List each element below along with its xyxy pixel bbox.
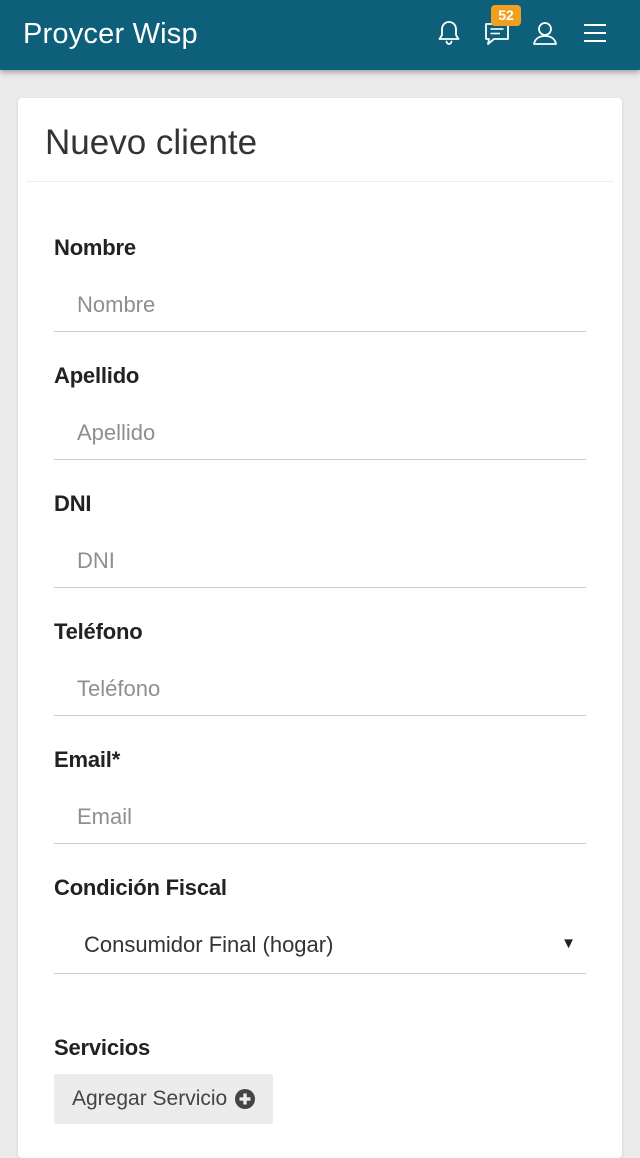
hamburger-menu-icon[interactable] xyxy=(580,17,610,49)
nombre-label: Nombre xyxy=(54,235,136,260)
plus-circle-icon xyxy=(235,1089,256,1109)
dni-input[interactable] xyxy=(54,534,586,588)
apellido-label: Apellido xyxy=(54,363,140,388)
bell-icon[interactable] xyxy=(434,17,464,49)
page-title: Nuevo cliente xyxy=(45,123,258,162)
app-title[interactable]: Proycer Wisp xyxy=(23,14,198,54)
telefono-label: Teléfono xyxy=(54,619,143,644)
dni-label: DNI xyxy=(54,491,92,516)
servicios-label: Servicios xyxy=(54,1035,151,1060)
condicion-fiscal-label: Condición Fiscal xyxy=(54,875,227,900)
email-input[interactable] xyxy=(54,790,586,844)
top-navbar: Proycer Wisp 52 xyxy=(0,0,640,70)
dropdown-arrow-icon: ▼ xyxy=(561,935,576,952)
messages-count-badge: 52 xyxy=(491,5,521,26)
condicion-fiscal-selected-value: Consumidor Final (hogar) xyxy=(84,932,334,957)
email-label: Email* xyxy=(54,747,121,772)
add-service-button[interactable]: Agregar Servicio xyxy=(54,1074,274,1124)
add-service-button-label: Agregar Servicio xyxy=(72,1087,228,1110)
condicion-fiscal-select[interactable]: Consumidor Final (hogar) ▼ xyxy=(54,918,586,974)
nombre-input[interactable] xyxy=(54,278,586,332)
apellido-input[interactable] xyxy=(54,406,586,460)
title-divider xyxy=(26,181,614,182)
telefono-input[interactable] xyxy=(54,662,586,716)
new-client-card: Nuevo cliente Nombre Apellido DNI Teléfo… xyxy=(18,98,622,1158)
user-icon[interactable] xyxy=(530,17,560,49)
